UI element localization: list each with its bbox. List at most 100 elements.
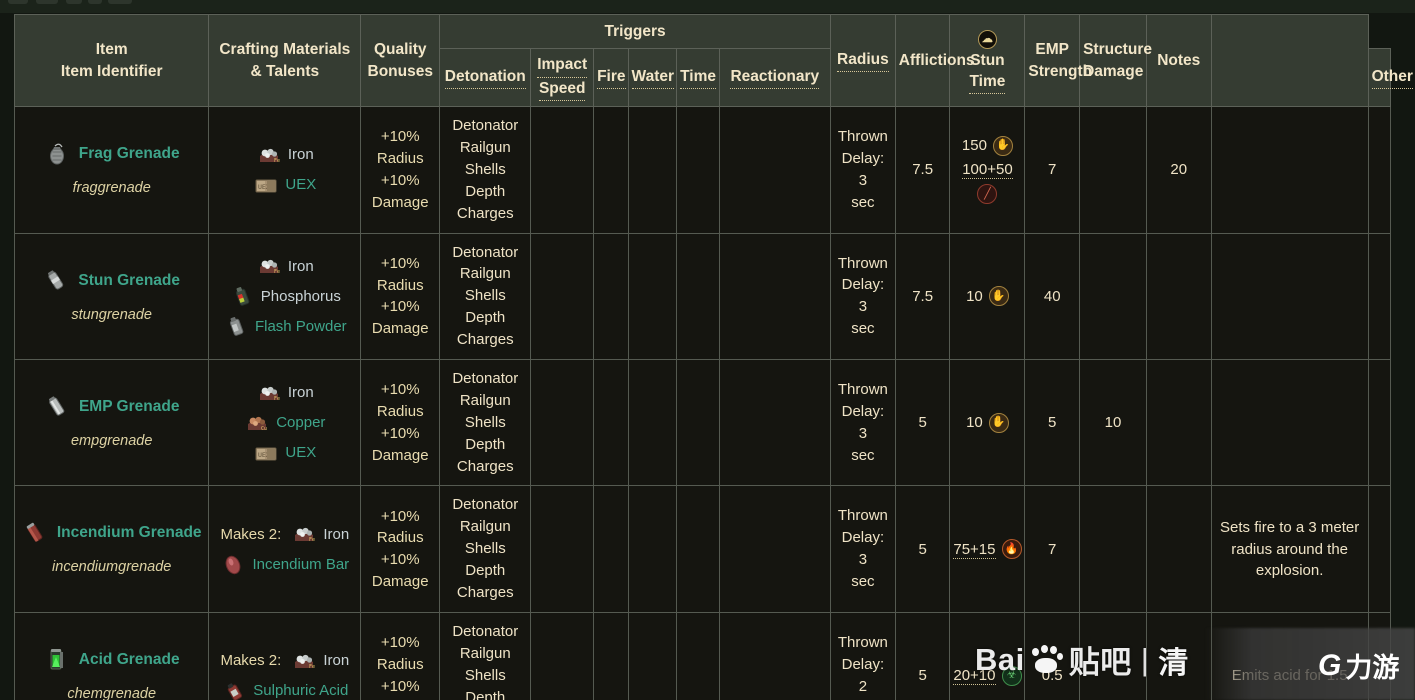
watermark-separator: | [1140, 641, 1150, 677]
iron-ore-icon: Fe [256, 143, 280, 167]
material-label[interactable]: Sulphuric Acid [253, 680, 348, 700]
col-header-structure-damage: Structure Damage [1079, 13, 1152, 108]
cell-fire [593, 611, 629, 700]
material-entry: Flash Powder [223, 314, 347, 338]
quality-bonus-line: Radius [376, 655, 424, 673]
material-label[interactable]: Copper [276, 412, 325, 433]
cell-other: Thrown Delay: 3 sec [830, 485, 896, 613]
other-line: Thrown [837, 633, 888, 651]
material-label[interactable]: UEX [285, 174, 316, 195]
detonation-line: Railgun [459, 265, 511, 283]
table-head: Item Item Identifier Crafting Materials … [13, 13, 1413, 108]
cell-emp-strength-value: 10 [1104, 414, 1122, 432]
iron-ore-icon: Fe [291, 649, 315, 673]
affliction-value: 10 [966, 287, 983, 305]
blunt-force-trauma-icon[interactable]: ✋ [988, 412, 1009, 433]
col-header-structure-line2: Damage [1083, 62, 1144, 80]
material-label: Iron [287, 146, 314, 164]
iron-ore-icon: Fe [256, 254, 280, 278]
stun-time-icon: ☁ [977, 29, 997, 49]
cell-emp-strength [1079, 106, 1147, 234]
cell-notes [1210, 232, 1369, 361]
item-name-link[interactable]: Frag Grenade [79, 143, 180, 165]
baidu-tieba-watermark: Bai 贴吧 | 清 [975, 637, 1189, 682]
cell-stun-time-value: 7 [1048, 161, 1057, 179]
col-header-detonation-label: Detonation [444, 66, 526, 90]
affliction-entry: 10 ✋ [966, 412, 1009, 433]
lacerations-icon[interactable]: ╱ [977, 184, 998, 205]
col-header-impact-speed: Impact Speed [530, 48, 595, 108]
col-header-water: Water [627, 48, 678, 108]
affliction-entry: 10 ✋ [966, 286, 1009, 307]
quality-bonus-line: +10% [380, 254, 420, 272]
col-header-crafting-materials: Crafting Materials & Talents [208, 13, 362, 108]
cell-radius: 5 [894, 359, 951, 487]
cell-spacer [1367, 485, 1392, 613]
col-header-item: Item Item Identifier [13, 13, 210, 108]
cell-quality-bonuses: +10% Radius +10% Damage [360, 485, 441, 613]
makes-quantity-label: Makes 2: [220, 652, 282, 669]
cell-detonation: DetonatorRailgunShellsDepthCharges [439, 611, 532, 700]
cell-water [627, 611, 678, 700]
cell-structure-damage: 20 [1145, 106, 1212, 234]
cell-time [676, 485, 720, 613]
detonation-line: Railgun [459, 644, 511, 662]
material-label[interactable]: Incendium Bar [252, 554, 349, 575]
material-label[interactable]: UEX [285, 442, 316, 463]
cell-time [676, 106, 720, 234]
cell-afflictions: 10 ✋ [949, 359, 1026, 487]
cell-detonation: DetonatorRailgunShellsDepthCharges [439, 106, 532, 234]
detonation-line: Depth [465, 688, 506, 700]
cell-reactionary [718, 611, 832, 700]
material-entry: Fe Iron [256, 381, 314, 405]
quality-bonus-line: Radius [376, 276, 424, 294]
cell-stun-time-value: 7 [1048, 540, 1057, 558]
cell-crafting-materials: Makes 2: Fe Iron Incendium Bar [208, 485, 362, 613]
item-name-link[interactable]: Stun Grenade [78, 270, 180, 292]
other-line: Thrown [837, 254, 888, 272]
affliction-entry: 150 ✋ [962, 135, 1013, 156]
cell-notes: Sets fire to a 3 meter radius around the… [1210, 485, 1369, 613]
cell-time [676, 611, 720, 700]
table-row: Stun Grenade stungrenade Fe Iron Phosphorus F… [13, 232, 1392, 361]
col-header-notes: Notes [1145, 13, 1212, 108]
material-entry: UEX UEX [253, 441, 316, 465]
table-row: Frag Grenade fraggrenade Fe Iron UEX UEX +10% R… [13, 106, 1392, 234]
iron-ore-icon: Fe [256, 381, 280, 405]
burn-icon[interactable]: 🔥 [1001, 539, 1022, 560]
quality-bonus-line: +10% [380, 634, 420, 652]
cell-detonation: DetonatorRailgunShellsDepthCharges [439, 359, 532, 487]
col-header-other: Other [1367, 48, 1413, 108]
blunt-force-trauma-icon[interactable]: ✋ [992, 135, 1013, 156]
svg-text:Fe: Fe [274, 269, 280, 275]
col-header-time: Time [676, 48, 720, 108]
col-header-emp-strength: EMP Strength [1024, 13, 1092, 108]
cell-stun-time: 40 [1024, 232, 1081, 361]
cell-spacer [1367, 359, 1392, 487]
material-label[interactable]: Flash Powder [255, 316, 347, 337]
detonation-line: Shells [464, 287, 506, 305]
item-name-link[interactable]: Acid Grenade [79, 649, 180, 671]
svg-text:Fe: Fe [274, 158, 280, 164]
cell-item: Stun Grenade stungrenade [13, 232, 210, 361]
cell-quality-bonuses: +10% Radius +10% Damage [360, 359, 441, 487]
cell-stun-time-value: 5 [1048, 414, 1057, 432]
blunt-force-trauma-icon[interactable]: ✋ [988, 286, 1009, 307]
material-entry: Makes 2: Fe Iron [220, 522, 349, 546]
cell-radius: 7.5 [894, 106, 951, 234]
material-label: Iron [287, 257, 314, 275]
cell-item: Frag Grenade fraggrenade [13, 106, 210, 234]
frag-grenade-icon [44, 141, 70, 167]
detonation-line: Railgun [459, 518, 511, 536]
col-header-stun-line2: Time [969, 71, 1006, 95]
col-header-water-label: Water [631, 66, 675, 90]
cell-crafting-materials: Makes 2: Fe Iron Sulphuric Acid [208, 611, 362, 700]
col-header-time-label: Time [680, 66, 717, 90]
item-name-link[interactable]: EMP Grenade [79, 396, 180, 418]
wiki-page: Item Item Identifier Crafting Materials … [0, 0, 1415, 700]
grenades-table: Item Item Identifier Crafting Materials … [13, 13, 1413, 700]
makes-quantity-label: Makes 2: [220, 525, 282, 543]
item-name-link[interactable]: Incendium Grenade [57, 522, 202, 544]
item-identifier: chemgrenade [67, 685, 157, 700]
cell-quality-bonuses: +10% Radius +10% Damage [360, 106, 441, 234]
